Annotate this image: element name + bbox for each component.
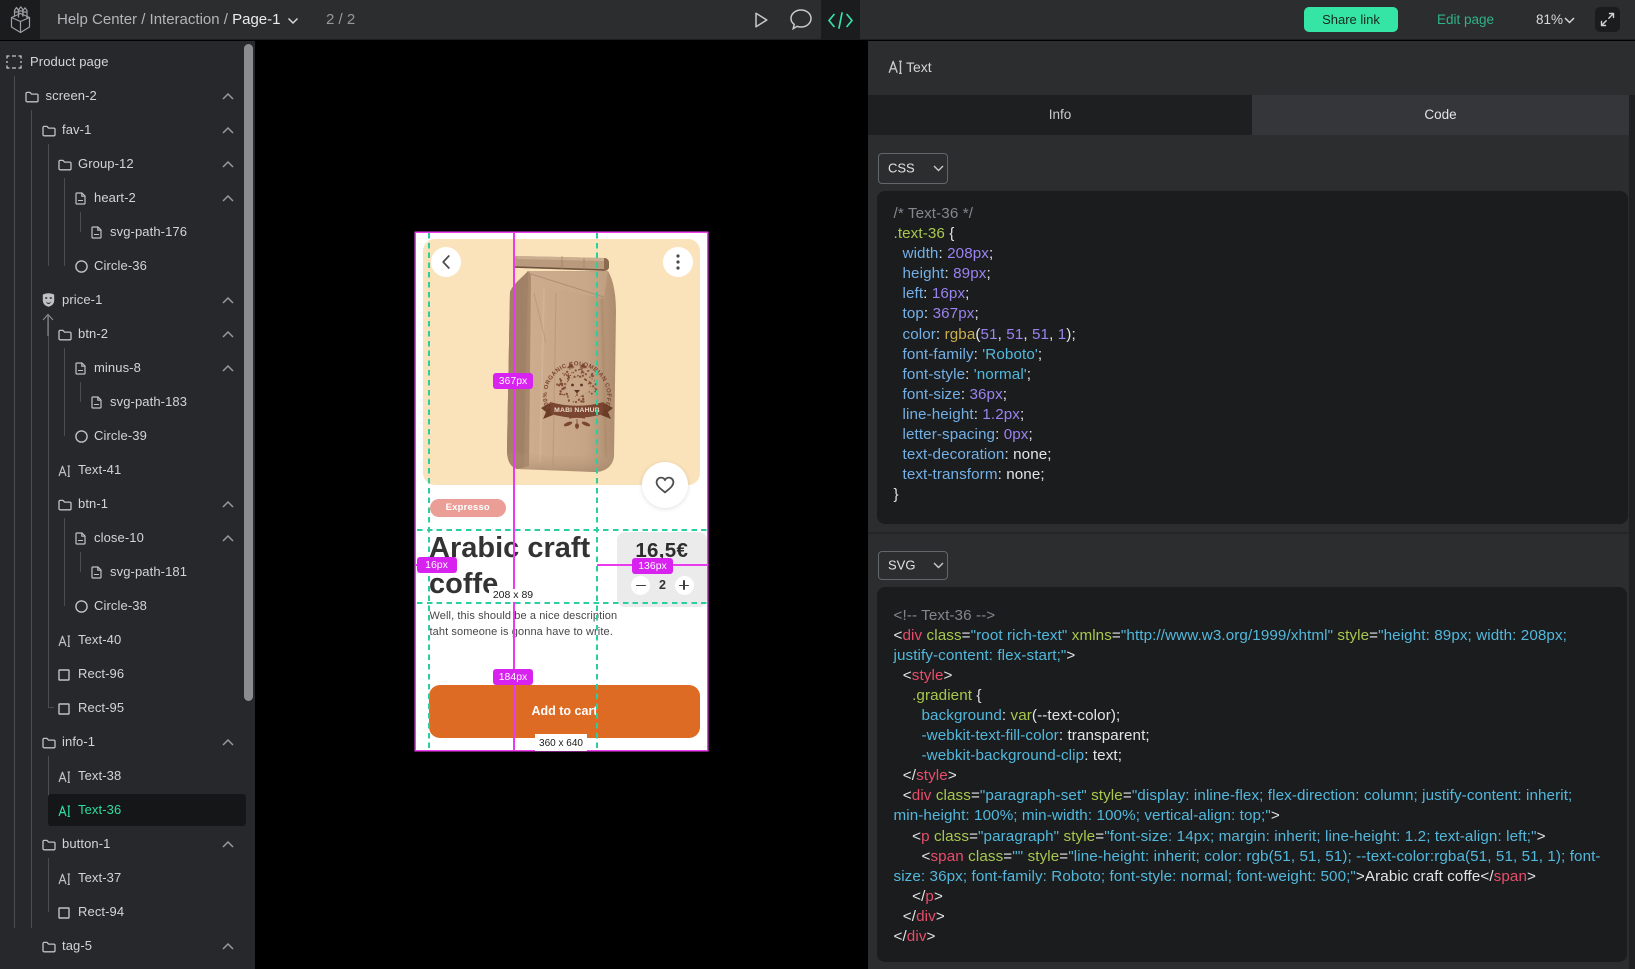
svg-text:MABI NAHUB: MABI NAHUB — [554, 407, 600, 414]
